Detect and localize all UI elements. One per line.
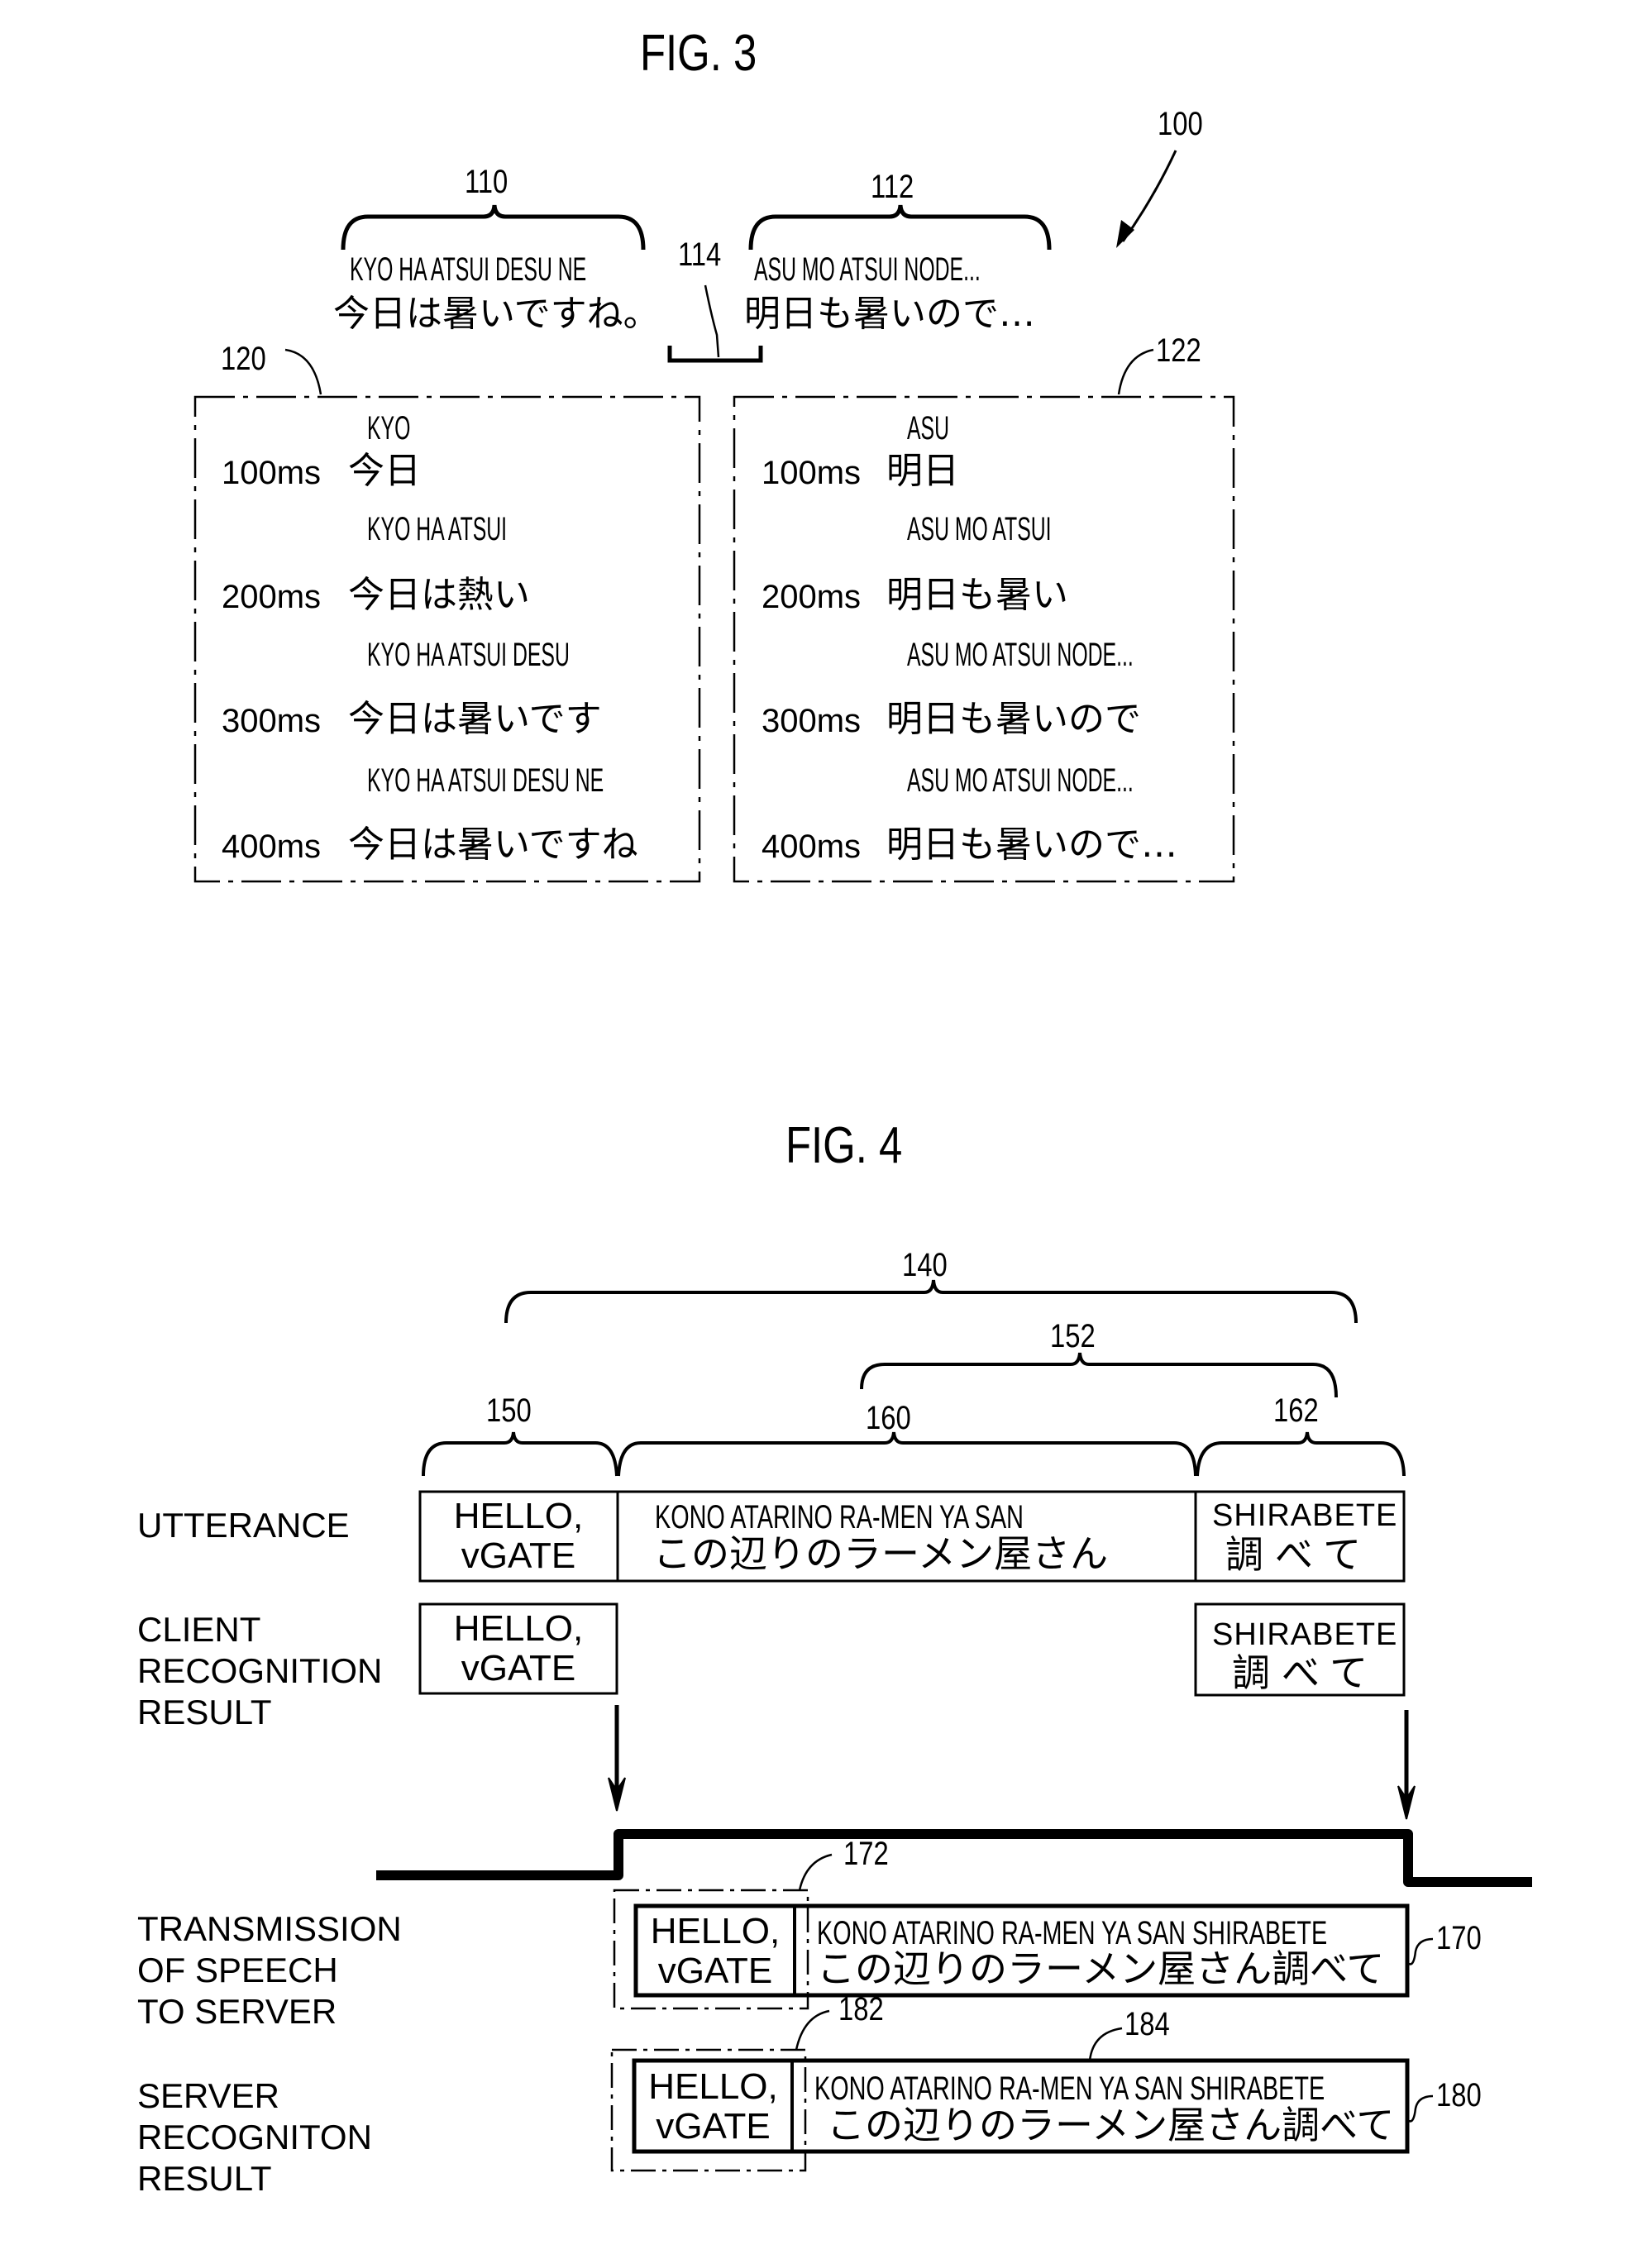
sentence-112-romaji: ASU MO ATSUI NODE... (754, 251, 981, 288)
brace-140 (504, 1279, 1358, 1324)
row-romaji: ASU MO ATSUI NODE... (907, 762, 1134, 799)
utterance-end-japanese: 調べて (1225, 1532, 1373, 1577)
row-label-utterance: UTTERANCE (137, 1506, 350, 1545)
reference-label-172: 172 (843, 1836, 889, 1872)
reference-label-110: 110 (465, 164, 508, 200)
row-japanese: 今日は熱い (348, 574, 530, 616)
reference-label-114: 114 (678, 236, 722, 273)
sentence-110-japanese: 今日は暑いですね。 (333, 293, 660, 335)
server-result-romaji: KONO ATARINO RA-MEN YA SAN SHIRABETE (814, 2070, 1325, 2107)
row-romaji: KYO HA ATSUI DESU (367, 637, 570, 673)
brace-150 (422, 1431, 618, 1477)
reference-label-100: 100 (1158, 106, 1203, 142)
boundary-bracket-114 (667, 346, 763, 363)
reference-label-122: 122 (1156, 332, 1201, 369)
row-romaji: ASU MO ATSUI (907, 511, 1052, 547)
row-romaji: ASU (907, 410, 949, 447)
row-time: 100ms (762, 455, 862, 491)
reference-label-160: 160 (866, 1400, 911, 1436)
brace-152 (860, 1352, 1338, 1398)
row-japanese: 明日も暑い (886, 574, 1068, 616)
reference-label-140: 140 (902, 1247, 948, 1283)
brace-162 (1196, 1431, 1406, 1477)
utterance-hello-cell: HELLO, vGATE (453, 1496, 584, 1576)
transmission-signal (376, 1829, 1532, 1887)
utterance-end-romaji: SHIRABETE (1212, 1498, 1398, 1533)
transmission-hello-cell: HELLO, vGATE (650, 1911, 781, 1991)
row-label-transmission-to-server: TRANSMISSION OF SPEECH TO SERVER (137, 1909, 402, 2031)
row-japanese: 明日も暑いので… (886, 824, 1177, 866)
client-result-end-japanese: 調べて (1232, 1650, 1380, 1695)
leader-182 (795, 2009, 830, 2051)
server-result-hello-cell: HELLO, vGATE (648, 2066, 778, 2147)
brace-110 (341, 204, 646, 251)
leader-170 (1408, 1937, 1434, 1965)
row-japanese: 今日は暑いですね (348, 824, 638, 866)
leader-184 (1088, 2027, 1123, 2061)
reference-label-112: 112 (871, 169, 914, 205)
transmission-romaji: KONO ATARINO RA-MEN YA SAN SHIRABETE (817, 1915, 1328, 1951)
sentence-110-romaji: KYO HA ATSUI DESU NE (350, 251, 587, 288)
leader-172 (798, 1853, 833, 1891)
reference-label-170: 170 (1436, 1920, 1482, 1956)
row-time: 100ms (222, 455, 322, 491)
transmission-japanese: この辺りのラーメン屋さん調べて (817, 1946, 1385, 1991)
row-time: 200ms (762, 579, 862, 615)
figure-4-title: FIG. 4 (785, 1117, 903, 1174)
utterance-middle-japanese: この辺りのラーメン屋さん (653, 1531, 1109, 1576)
row-japanese: 今日は暑いです (348, 698, 602, 740)
row-time: 400ms (762, 829, 862, 865)
row-time: 200ms (222, 579, 322, 615)
server-result-japanese: この辺りのラーメン屋さん調べて (827, 2103, 1395, 2147)
leader-180 (1408, 2094, 1434, 2123)
leader-120 (284, 348, 322, 395)
reference-label-120: 120 (221, 341, 266, 377)
brace-112 (748, 204, 1052, 251)
reference-label-162: 162 (1273, 1392, 1319, 1429)
client-result-hello-cell: HELLO, vGATE (453, 1608, 584, 1688)
row-time: 400ms (222, 829, 322, 865)
row-romaji: KYO (367, 410, 411, 447)
row-romaji: ASU MO ATSUI NODE... (907, 637, 1134, 673)
row-label-server-recognition-result: SERVER RECOGNITON RESULT (137, 2076, 372, 2198)
sentence-112-japanese: 明日も暑いので… (744, 293, 1035, 335)
row-japanese: 今日 (348, 450, 421, 492)
row-romaji: KYO HA ATSUI DESU NE (367, 762, 604, 799)
row-romaji: KYO HA ATSUI (367, 511, 508, 547)
reference-label-184: 184 (1124, 2006, 1170, 2042)
leader-122 (1117, 348, 1154, 395)
reference-label-182: 182 (838, 1991, 884, 2027)
row-japanese: 明日 (886, 450, 959, 492)
row-label-client-recognition-result: CLIENT RECOGNITION RESULT (137, 1610, 383, 1731)
reference-label-150: 150 (486, 1392, 532, 1429)
reference-label-152: 152 (1050, 1318, 1096, 1354)
brace-160 (617, 1431, 1197, 1477)
row-time: 300ms (762, 703, 862, 739)
figure-3-title: FIG. 3 (640, 25, 757, 82)
client-result-end-romaji: SHIRABETE (1212, 1617, 1398, 1652)
row-time: 300ms (222, 703, 322, 739)
reference-arrowhead-100 (1116, 220, 1134, 248)
reference-label-180: 180 (1436, 2077, 1482, 2113)
boundary-leader-114 (704, 284, 720, 358)
row-japanese: 明日も暑いので (886, 698, 1141, 740)
utterance-middle-romaji: KONO ATARINO RA-MEN YA SAN (655, 1499, 1024, 1535)
